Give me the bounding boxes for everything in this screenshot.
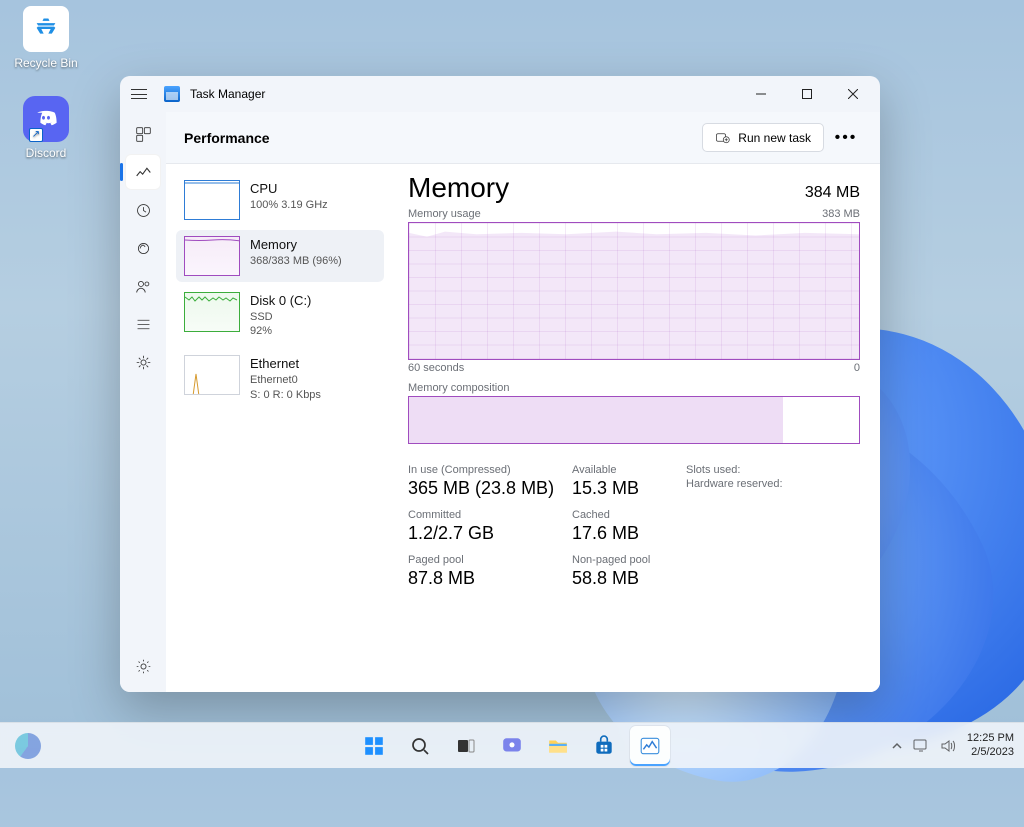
taskbar-search[interactable]	[400, 726, 440, 766]
ethernet-thumb-chart	[184, 355, 240, 395]
resource-card-list: CPU100% 3.19 GHz Memory368/383 MB (96%) …	[166, 164, 392, 692]
card-disk[interactable]: Disk 0 (C:)SSD92%	[176, 286, 384, 345]
window-title: Task Manager	[190, 87, 265, 101]
page-header: Performance Run new task •••	[166, 112, 880, 164]
page-title: Performance	[184, 130, 270, 146]
edge-icon	[15, 733, 41, 759]
discord-icon: ↗	[23, 96, 69, 142]
hamburger-button[interactable]	[124, 78, 154, 110]
nav-rail	[120, 112, 166, 692]
shortcut-arrow-icon: ↗	[29, 128, 43, 142]
rail-services[interactable]	[125, 344, 161, 380]
detail-pane: Memory 384 MB Memory usage383 MB 60 seco…	[392, 164, 880, 692]
detail-title: Memory	[408, 172, 509, 204]
taskbar-edge[interactable]	[8, 726, 48, 766]
card-memory[interactable]: Memory368/383 MB (96%)	[176, 230, 384, 282]
run-new-task-button[interactable]: Run new task	[702, 123, 824, 152]
recycle-bin-icon	[23, 6, 69, 52]
taskbar-chat[interactable]	[492, 726, 532, 766]
taskbar-clock[interactable]: 12:25 PM 2/5/2023	[967, 732, 1014, 760]
card-cpu[interactable]: CPU100% 3.19 GHz	[176, 174, 384, 226]
file-explorer-icon	[547, 735, 569, 757]
memory-usage-chart	[408, 222, 860, 360]
minimize-button[interactable]	[738, 78, 784, 110]
task-manager-window: Task Manager Performance Run new tas	[120, 76, 880, 692]
memory-stats: In use (Compressed)365 MB (23.8 MB) Avai…	[408, 464, 860, 589]
rail-startup[interactable]	[125, 230, 161, 266]
detail-capacity: 384 MB	[805, 184, 860, 202]
tray-volume-icon[interactable]	[941, 739, 957, 753]
taskbar-start[interactable]	[354, 726, 394, 766]
desktop-icon-recycle-bin[interactable]: Recycle Bin	[8, 6, 84, 70]
composition-label: Memory composition	[408, 382, 860, 394]
tray-network-icon[interactable]	[913, 739, 931, 753]
titlebar: Task Manager	[120, 76, 880, 112]
card-ethernet[interactable]: EthernetEthernet0S: 0 R: 0 Kbps	[176, 349, 384, 408]
taskbar-store[interactable]	[584, 726, 624, 766]
taskbar: 12:25 PM 2/5/2023	[0, 722, 1024, 768]
task-view-icon	[456, 736, 476, 756]
desktop-icon-discord[interactable]: ↗ Discord	[8, 96, 84, 160]
rail-performance[interactable]	[125, 154, 161, 190]
more-options-button[interactable]: •••	[830, 122, 862, 154]
windows-start-icon	[363, 735, 385, 757]
search-icon	[410, 736, 430, 756]
tray-overflow-icon[interactable]	[891, 740, 903, 752]
cpu-thumb-chart	[184, 180, 240, 220]
store-icon	[593, 735, 615, 757]
run-task-icon	[715, 130, 730, 145]
desktop-icon-label: Recycle Bin	[14, 56, 77, 70]
rail-processes[interactable]	[125, 116, 161, 152]
taskbar-explorer[interactable]	[538, 726, 578, 766]
disk-thumb-chart	[184, 292, 240, 332]
taskbar-taskview[interactable]	[446, 726, 486, 766]
rail-users[interactable]	[125, 268, 161, 304]
taskbar-task-manager[interactable]	[630, 726, 670, 766]
maximize-button[interactable]	[784, 78, 830, 110]
chat-icon	[501, 735, 523, 757]
close-button[interactable]	[830, 78, 876, 110]
rail-details[interactable]	[125, 306, 161, 342]
memory-thumb-chart	[184, 236, 240, 276]
rail-app-history[interactable]	[125, 192, 161, 228]
memory-composition-chart	[408, 396, 860, 444]
rail-settings[interactable]	[125, 648, 161, 684]
desktop-icon-label: Discord	[26, 146, 67, 160]
task-manager-icon	[639, 735, 661, 757]
task-manager-icon	[164, 86, 180, 102]
